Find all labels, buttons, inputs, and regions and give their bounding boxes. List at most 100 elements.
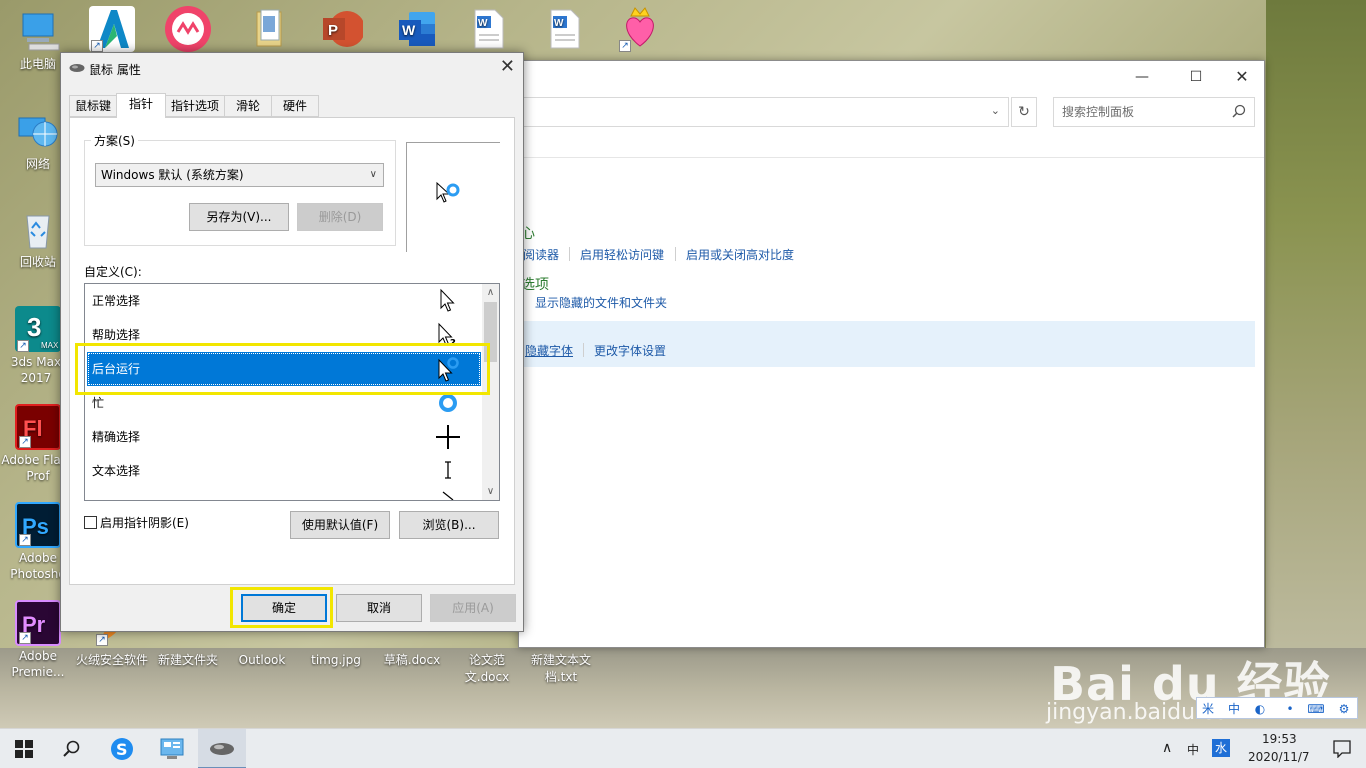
desktop-icon-wps-doc-2[interactable]: W [526, 6, 602, 54]
clock-time[interactable]: 19:53 [1262, 732, 1297, 746]
chevron-down-icon[interactable]: ⌄ [991, 104, 1000, 117]
browse-button[interactable]: 浏览(B)... [399, 511, 499, 539]
tray-ime-icon[interactable]: 水 [1212, 739, 1230, 757]
premiere-icon: Pr ↗ [15, 600, 61, 646]
search-placeholder: 搜索控制面板 [1062, 105, 1135, 119]
taskbar: S ∧ 中 水 19:53 2020/11/7 [0, 728, 1366, 768]
desktop-label-new-txt: 新建文本文档.txt [530, 653, 591, 684]
link-reader[interactable]: 阅读器 [523, 246, 559, 263]
custom-label: 自定义(C): [84, 265, 142, 279]
link-change-font-settings[interactable]: 更改字体设置 [594, 342, 666, 359]
maximize-button[interactable]: ☐ [1173, 65, 1219, 89]
desktop-icon-word[interactable]: W [378, 6, 454, 54]
search-icon [1232, 104, 1246, 118]
desktop-icon-autocad[interactable]: ↗ [74, 6, 150, 54]
mouse-icon [210, 743, 234, 755]
pointer-shadow-checkbox[interactable] [84, 516, 97, 529]
cursor-preview [406, 142, 500, 252]
ime-punctuation-icon[interactable]: • [1281, 700, 1299, 718]
desktop-icon-label: Adobe Premie... [11, 649, 65, 679]
wps-document-icon: W [541, 6, 587, 52]
sogou-icon: S [111, 738, 133, 760]
search-input[interactable]: 搜索控制面板 [1053, 97, 1255, 127]
dialog-close-button[interactable]: ✕ [500, 56, 515, 77]
pointer-shadow-label: 启用指针阴影(E) [100, 516, 189, 530]
notification-button[interactable] [1318, 729, 1366, 768]
link-hidden-fonts[interactable]: 隐藏字体 [525, 342, 573, 359]
keyboard-icon[interactable]: ⌨ [1307, 700, 1325, 718]
start-button[interactable] [0, 729, 48, 768]
scheme-select[interactable]: Windows 默认 (系统方案) ∨ [95, 163, 384, 187]
ibeam-cursor-icon [445, 461, 451, 479]
search-icon [63, 740, 80, 757]
svg-text:MAX: MAX [41, 341, 59, 350]
desktop-icon-meitu[interactable] [150, 6, 226, 54]
taskbar-control-panel[interactable] [148, 729, 196, 768]
cancel-button[interactable]: 取消 [336, 594, 422, 622]
save-as-button[interactable]: 另存为(V)... [189, 203, 289, 231]
ime-language-icon[interactable]: 中 [1225, 700, 1243, 718]
use-default-button[interactable]: 使用默认值(F) [290, 511, 390, 539]
recycle-bin-icon [15, 206, 61, 252]
tray-language[interactable]: 中 [1187, 741, 1199, 758]
svg-text:W: W [478, 18, 488, 29]
autocad-icon: ↗ [89, 6, 135, 52]
ime-toolbar[interactable]: 米 中 ◐ • ⌨ ⚙ [1196, 697, 1358, 719]
link-ease-of-access-keys[interactable]: 启用轻松访问键 [580, 246, 664, 263]
taskbar-sogou[interactable]: S [98, 729, 146, 768]
ime-mode-icon[interactable]: 米 [1199, 700, 1217, 718]
meitu-icon [165, 6, 211, 52]
link-show-hidden-files[interactable]: 显示隐藏的文件和文件夹 [535, 294, 667, 311]
desktop-icon-folder[interactable] [226, 6, 302, 54]
tab-wheel[interactable]: 滑轮 [224, 95, 272, 117]
address-bar[interactable]: ⌄ [519, 97, 1009, 127]
list-item-label: 帮助选择 [92, 328, 141, 342]
arrow-cursor-icon [440, 288, 455, 312]
mouse-properties-dialog[interactable]: 鼠标 属性 ✕ 鼠标键 指针 指针选项 滑轮 硬件 方案(S) Windows … [60, 52, 524, 632]
chevron-down-icon: ∨ [369, 169, 377, 180]
apply-button[interactable]: 应用(A) [430, 594, 516, 622]
scroll-down-icon[interactable]: ∨ [482, 483, 499, 500]
tab-hardware[interactable]: 硬件 [271, 95, 319, 117]
desktop-icon-heart-app[interactable]: ↗ [602, 6, 678, 54]
ime-halfwidth-icon[interactable]: ◐ [1251, 700, 1269, 718]
gear-icon[interactable]: ⚙ [1335, 700, 1353, 718]
tab-buttons[interactable]: 鼠标键 [69, 95, 117, 117]
close-button[interactable]: ✕ [1219, 65, 1265, 89]
control-panel-window[interactable]: — ☐ ✕ ⌄ ↻ 搜索控制面板 心 阅读器 启用轻松访问键 启用或关闭高对比度… [518, 60, 1265, 648]
desktop-icon-powerpoint[interactable]: P [302, 6, 378, 54]
list-item[interactable]: 精确选择 [87, 420, 481, 454]
control-panel-icon [160, 738, 184, 759]
highlight-ok-button [230, 587, 333, 628]
desktop-label-outlook: Outlook [238, 653, 286, 667]
link-high-contrast[interactable]: 启用或关闭高对比度 [686, 246, 794, 263]
scroll-up-icon[interactable]: ∧ [482, 284, 499, 301]
tray-show-hidden-icon[interactable]: ∧ [1162, 740, 1172, 756]
flash-icon: Fl ↗ [15, 404, 61, 450]
list-item-label: 正常选择 [92, 294, 141, 308]
header-divider [519, 157, 1264, 158]
tab-pointers[interactable]: 指针 [116, 93, 166, 118]
svg-text:3: 3 [27, 312, 41, 342]
wallpaper-right [1266, 0, 1366, 728]
computer-icon [15, 8, 61, 54]
list-item-label: 文本选择 [92, 464, 141, 478]
tab-pointer-options[interactable]: 指针选项 [165, 95, 225, 117]
list-item[interactable]: 文本选择 [87, 454, 481, 488]
clock-date[interactable]: 2020/11/7 [1248, 750, 1310, 764]
search-button[interactable] [48, 729, 96, 768]
desktop-label-huorong: 火绒安全软件 [75, 653, 148, 667]
refresh-button[interactable]: ↻ [1011, 97, 1037, 127]
dialog-title: 鼠标 属性 [89, 63, 141, 77]
word-icon: W [393, 6, 439, 52]
list-item[interactable]: 正常选择 [87, 284, 481, 318]
link-separator [569, 247, 570, 261]
notification-icon [1333, 740, 1351, 758]
desktop-icon-wps-doc-1[interactable]: W [450, 6, 526, 54]
working-cursor-icon [436, 181, 460, 203]
desktop-icon-label: 3ds Max 2017 [10, 355, 62, 385]
svg-text:W: W [402, 22, 416, 38]
minimize-button[interactable]: — [1119, 65, 1165, 89]
taskbar-mouse-properties[interactable] [198, 729, 246, 768]
delete-button[interactable]: 删除(D) [297, 203, 383, 231]
